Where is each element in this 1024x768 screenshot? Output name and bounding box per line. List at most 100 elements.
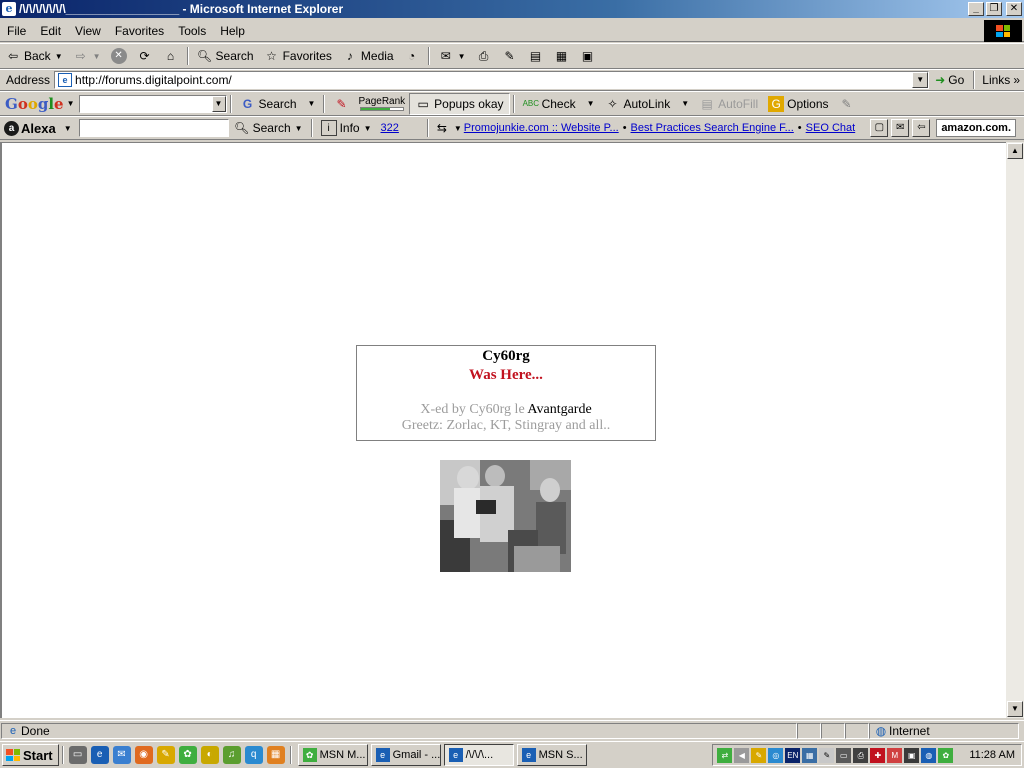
search-button[interactable]: 🔍︎ Search: [192, 45, 259, 67]
refresh-button[interactable]: ⟳: [132, 45, 158, 67]
menu-bar: File Edit View Favorites Tools Help: [0, 20, 1024, 42]
app-quicklaunch-icon[interactable]: ▦: [266, 746, 285, 764]
spell-check-button[interactable]: ABC Check ▼: [518, 93, 600, 115]
related-links-button[interactable]: ⇆ ▼: [432, 117, 464, 139]
google-logo[interactable]: Google: [0, 95, 66, 113]
alexa-email-button[interactable]: ✉: [891, 119, 910, 137]
chevron-down-icon[interactable]: ▼: [458, 52, 466, 61]
search-quicklaunch-icon[interactable]: q: [244, 746, 263, 764]
google-search-button[interactable]: G Search ▼: [235, 93, 321, 115]
related-links-icon: ⇆: [436, 121, 447, 135]
start-button[interactable]: Start: [2, 744, 59, 766]
google-options-button[interactable]: G Options: [763, 93, 833, 115]
forward-button[interactable]: ⇨ ▼: [68, 45, 106, 67]
msn-tray-icon[interactable]: ✿: [938, 747, 954, 763]
menu-file[interactable]: File: [0, 24, 33, 38]
related-link-2[interactable]: Best Practices Search Engine F...: [631, 122, 794, 134]
go-button[interactable]: ➜ Go: [929, 71, 970, 89]
music-icon[interactable]: ♫: [222, 746, 241, 764]
alexa-search-input[interactable]: [78, 119, 229, 137]
task-gmail[interactable]: e Gmail - ...: [370, 744, 441, 766]
firefox-icon[interactable]: ◉: [134, 746, 153, 764]
task-msn-messenger[interactable]: ✿ MSN M...: [297, 744, 368, 766]
chevron-down-icon[interactable]: ▼: [364, 124, 372, 133]
google-search-input[interactable]: ▼: [78, 94, 227, 113]
display-icon[interactable]: ▭: [836, 747, 852, 763]
research-button[interactable]: ▦: [549, 45, 575, 67]
messenger-button[interactable]: ▣: [575, 45, 601, 67]
autofill-button[interactable]: ▤ AutoFill: [694, 93, 763, 115]
volume-icon[interactable]: ◀: [734, 747, 750, 763]
msn-butterfly-icon[interactable]: ✿: [178, 746, 197, 764]
pencil-button[interactable]: ✎: [834, 93, 860, 115]
chevron-down-icon[interactable]: ▼: [55, 52, 63, 61]
printer-tray-icon[interactable]: ⎙: [853, 747, 869, 763]
outlook-icon[interactable]: ✉: [112, 746, 131, 764]
vertical-scrollbar[interactable]: ▲ ▼: [1006, 142, 1024, 718]
stop-button[interactable]: ✕: [106, 45, 132, 67]
chevron-down-icon[interactable]: ▼: [308, 99, 316, 108]
related-link-3[interactable]: SEO Chat: [806, 122, 856, 134]
autolink-button[interactable]: ✧ AutoLink ▼: [600, 93, 695, 115]
network-icon[interactable]: ⇄: [717, 747, 733, 763]
restore-button[interactable]: ❐: [986, 2, 1002, 16]
address-url[interactable]: http://forums.digitalpoint.com/: [75, 73, 232, 87]
address-input[interactable]: e http://forums.digitalpoint.com/ ▼: [54, 71, 930, 89]
menu-help[interactable]: Help: [213, 24, 252, 38]
links-button[interactable]: Links »: [978, 73, 1024, 87]
alexa-back-button[interactable]: ⇦: [912, 119, 931, 137]
favorites-button[interactable]: ☆ Favorites: [259, 45, 337, 67]
chevron-down-icon[interactable]: ▼: [681, 99, 689, 108]
google-search-dropdown[interactable]: ▼: [211, 95, 226, 112]
amazon-button[interactable]: amazon.com.: [936, 119, 1016, 137]
history-button[interactable]: ◔: [399, 45, 425, 67]
chevron-down-icon[interactable]: ▼: [67, 99, 75, 108]
menu-tools[interactable]: Tools: [171, 24, 213, 38]
scroll-down-button[interactable]: ▼: [1007, 701, 1023, 717]
messenger-quicklaunch-icon[interactable]: ✎: [156, 746, 175, 764]
language-indicator[interactable]: EN: [785, 747, 801, 763]
discuss-button[interactable]: ▤: [523, 45, 549, 67]
messenger-tray-icon[interactable]: ✎: [751, 747, 767, 763]
scroll-up-button[interactable]: ▲: [1007, 143, 1023, 159]
chevron-down-icon[interactable]: ▼: [93, 52, 101, 61]
task-current-page[interactable]: e /\/\/\...: [443, 744, 514, 766]
gmail-notifier-icon[interactable]: M: [887, 747, 903, 763]
mail-button[interactable]: ✉ ▼: [433, 45, 471, 67]
close-button[interactable]: ✕: [1006, 2, 1022, 16]
menu-edit[interactable]: Edit: [33, 24, 68, 38]
internet-explorer-icon[interactable]: e: [90, 746, 109, 764]
task-msn-search[interactable]: e MSN S...: [516, 744, 587, 766]
media-button[interactable]: ♪ Media: [337, 45, 399, 67]
show-desktop-icon[interactable]: ▭: [68, 746, 87, 764]
alexa-traffic-rank-link[interactable]: 322: [381, 122, 399, 134]
menu-favorites[interactable]: Favorites: [108, 24, 171, 38]
edit-button[interactable]: ✎: [497, 45, 523, 67]
chevron-down-icon[interactable]: ▼: [454, 124, 462, 133]
chevron-down-icon[interactable]: ▼: [587, 99, 595, 108]
clock[interactable]: 11:28 AM: [969, 749, 1015, 761]
keyboard-icon[interactable]: ▦: [802, 747, 818, 763]
minimize-button[interactable]: _: [968, 2, 984, 16]
alexa-logo[interactable]: a Alexa ▼: [0, 120, 75, 136]
alexa-history-button[interactable]: ▢: [870, 119, 889, 137]
back-button[interactable]: ⇦ Back ▼: [0, 45, 68, 67]
pen-icon[interactable]: ✎: [819, 747, 835, 763]
alexa-info-button[interactable]: i Info ▼: [316, 117, 377, 139]
popup-blocker-button[interactable]: ▭ Popups okay: [409, 92, 510, 115]
home-button[interactable]: ⌂: [158, 45, 184, 67]
chevron-down-icon[interactable]: ▼: [64, 124, 72, 133]
chevron-down-icon[interactable]: ▼: [295, 124, 303, 133]
menu-view[interactable]: View: [68, 24, 108, 38]
pagerank-indicator[interactable]: PageRank: [354, 96, 409, 111]
globe-tray-icon[interactable]: ◍: [921, 747, 937, 763]
antivirus-icon[interactable]: ✚: [870, 747, 886, 763]
highlight-button[interactable]: ✎: [328, 93, 354, 115]
address-dropdown-button[interactable]: ▼: [912, 72, 929, 88]
print-button[interactable]: ⎙: [471, 45, 497, 67]
winamp-icon[interactable]: ◐: [200, 746, 219, 764]
alexa-search-button[interactable]: 🔍︎ Search ▼: [229, 117, 308, 139]
related-link-1[interactable]: Promojunkie.com :: Website P...: [464, 122, 619, 134]
update-icon[interactable]: ◎: [768, 747, 784, 763]
app-tray-icon[interactable]: ▣: [904, 747, 920, 763]
